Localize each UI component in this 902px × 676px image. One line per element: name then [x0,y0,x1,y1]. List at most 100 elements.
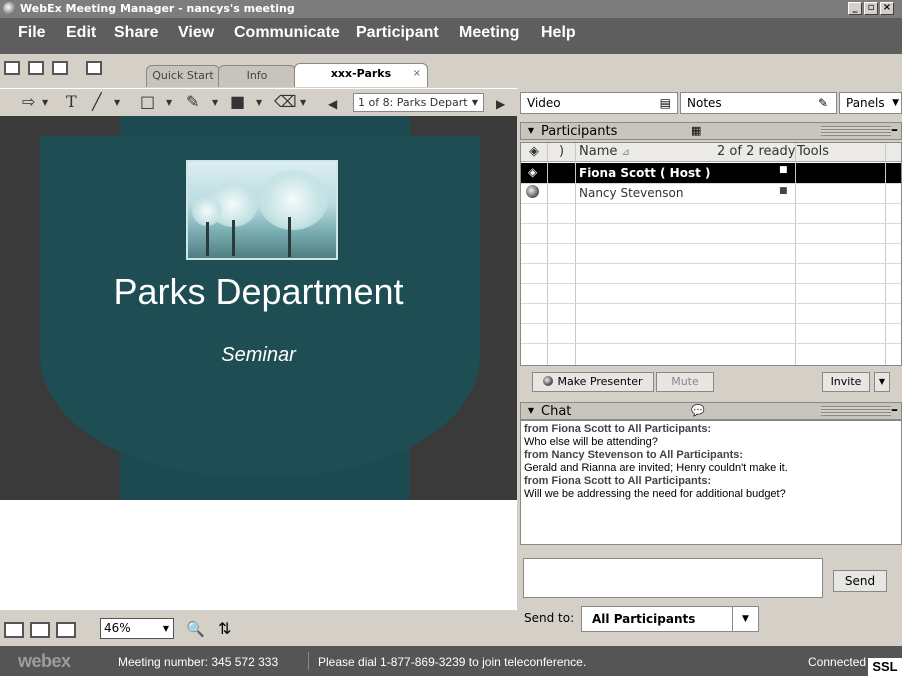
menu-meeting[interactable]: Meeting [459,24,519,42]
panel-grip[interactable] [821,406,891,416]
slide-title: Parks Department [113,271,404,312]
thumbnail-view-icon[interactable] [4,622,24,638]
list-view-icon[interactable] [30,622,50,638]
menu-edit[interactable]: Edit [66,24,96,42]
mute-button[interactable]: Mute [656,372,714,392]
zoom-in-icon[interactable]: 🔍 [186,620,205,638]
next-page-icon[interactable]: ▶ [496,96,505,112]
panel-grip[interactable] [821,126,891,136]
send-to-value: All Participants [592,612,696,626]
participants-grid-icon: ▦ [691,124,702,137]
sort-icon: ⊿ [621,147,630,158]
pen-tool-icon[interactable]: ✎ [186,94,199,110]
video-panel-button[interactable]: Video ▤ [520,92,678,114]
page-view-icon[interactable] [56,622,76,638]
send-button[interactable]: Send [833,570,887,592]
text-tool-icon[interactable]: T [66,94,77,110]
close-tab-icon[interactable]: × [413,64,421,84]
tab-quick-start-label: Quick Start [152,69,214,82]
collapse-icon[interactable]: ▼ [525,125,537,137]
chat-title: Chat [541,404,572,419]
presentation-viewer: Parks Department Seminar [0,116,517,500]
annotate-icon[interactable] [86,61,102,75]
participants-panel-header[interactable]: ▼ Participants ▦ – [520,122,902,140]
panel-minimize-icon[interactable]: – [891,402,898,418]
menu-participant[interactable]: Participant [356,24,439,42]
document-toolbar: Quick Start Info xxx-Parks × [0,54,902,88]
rectangle-tool-icon[interactable]: □ [140,94,155,110]
line-tool-icon[interactable]: ╱ [92,94,102,110]
invite-button[interactable]: Invite [822,372,870,392]
meeting-number: Meeting number: 345 572 333 [118,655,279,669]
invite-dropdown-icon[interactable]: ▼ [874,372,890,392]
status-column-icon[interactable]: ) [559,144,564,159]
chat-input[interactable] [523,558,823,598]
line-dropdown-icon[interactable]: ▼ [114,98,120,107]
ready-count: 2 of 2 ready [717,144,796,159]
slide-blank-area [0,500,517,610]
tab-info[interactable]: Info [218,65,296,87]
chat-message: Gerald and Rianna are invited; Henry cou… [524,462,788,474]
sync-display-icon[interactable]: ⇅ [218,619,231,638]
chevron-down-icon: ▼ [892,98,899,108]
slide-subtitle: Seminar [221,344,296,366]
invite-label: Invite [830,375,862,388]
eraser-tool-icon[interactable]: ⌫ [274,94,297,110]
menu-share[interactable]: Share [114,24,158,42]
video-label: Video [527,96,561,110]
ssl-badge: SSL [868,658,902,676]
panel-minimize-icon[interactable]: – [891,122,898,138]
annotation-toolbar: ⇨ ▼ T ╱ ▼ □ ▼ ✎ ▼ ■ ▼ ⌫ ▼ ◀ 1 of 8: Park… [0,88,517,116]
status-bar: webex Meeting number: 345 572 333 Please… [0,646,902,676]
slide: Parks Department Seminar [0,116,517,500]
attendee-icon [526,185,539,198]
notes-edit-icon: ✎ [817,96,828,110]
panels-label: Panels [846,96,885,110]
pen-dropdown-icon[interactable]: ▼ [212,98,218,107]
menu-view[interactable]: View [178,24,214,42]
participants-table: ◈ ) Name ⊿ 2 of 2 ready Tools ◈ Fiona Sc… [520,142,902,366]
send-to-select[interactable]: All Participants ▼ [581,606,759,632]
previous-page-icon[interactable]: ◀ [328,96,337,112]
name-column-header[interactable]: Name ⊿ [579,144,630,159]
panels-menu-button[interactable]: Panels ▼ [839,92,902,114]
menu-file[interactable]: File [18,24,46,42]
collapse-icon[interactable]: ▼ [525,405,537,417]
color-tool-icon[interactable]: ■ [230,94,245,110]
send-to-label: Send to: [524,611,575,625]
page-selector[interactable]: 1 of 8: Parks Depart ▼ [353,93,484,112]
notes-panel-button[interactable]: Notes ✎ [680,92,837,114]
close-window-button[interactable]: × [880,2,894,15]
view-toolbar: 46% ▼ 🔍 ⇅ [0,610,517,646]
window-title: WebEx Meeting Manager - nancys's meeting [20,2,295,15]
participant-name: Nancy Stevenson [579,186,684,200]
chat-panel-header[interactable]: ▼ Chat 💬 – [520,402,902,420]
maximize-button[interactable]: ▫ [864,2,878,15]
rectangle-dropdown-icon[interactable]: ▼ [166,98,172,107]
tab-document[interactable]: xxx-Parks × [294,63,428,87]
minimize-button[interactable]: _ [848,2,862,15]
tools-column-header[interactable]: Tools [797,144,829,159]
chat-sender: from Fiona Scott to All Participants: [524,423,712,435]
fullscreen-icon[interactable] [52,61,68,75]
chat-log: from Fiona Scott to All Participants: Wh… [520,420,902,545]
dial-info: Please dial 1-877-869-3239 to join telec… [318,655,587,669]
menu-help[interactable]: Help [541,24,576,42]
chat-bubble-icon: 💬 [691,404,705,417]
pointer-dropdown-icon[interactable]: ▼ [42,98,48,107]
tab-info-label: Info [246,69,268,82]
presenter-ball-icon [543,376,554,386]
mute-label: Mute [671,375,699,388]
color-dropdown-icon[interactable]: ▼ [256,98,262,107]
eraser-dropdown-icon[interactable]: ▼ [300,98,306,107]
single-page-icon[interactable] [4,61,20,75]
menu-communicate[interactable]: Communicate [234,24,340,42]
notes-label: Notes [687,96,722,110]
pointer-tool-icon[interactable]: ⇨ [22,94,35,110]
tab-quick-start[interactable]: Quick Start [146,65,220,87]
chat-message: Who else will be attending? [524,436,658,448]
zoom-select[interactable]: 46% ▼ [100,618,174,639]
double-page-icon[interactable] [28,61,44,75]
role-column-icon[interactable]: ◈ [529,144,539,159]
make-presenter-button[interactable]: Make Presenter [532,372,654,392]
